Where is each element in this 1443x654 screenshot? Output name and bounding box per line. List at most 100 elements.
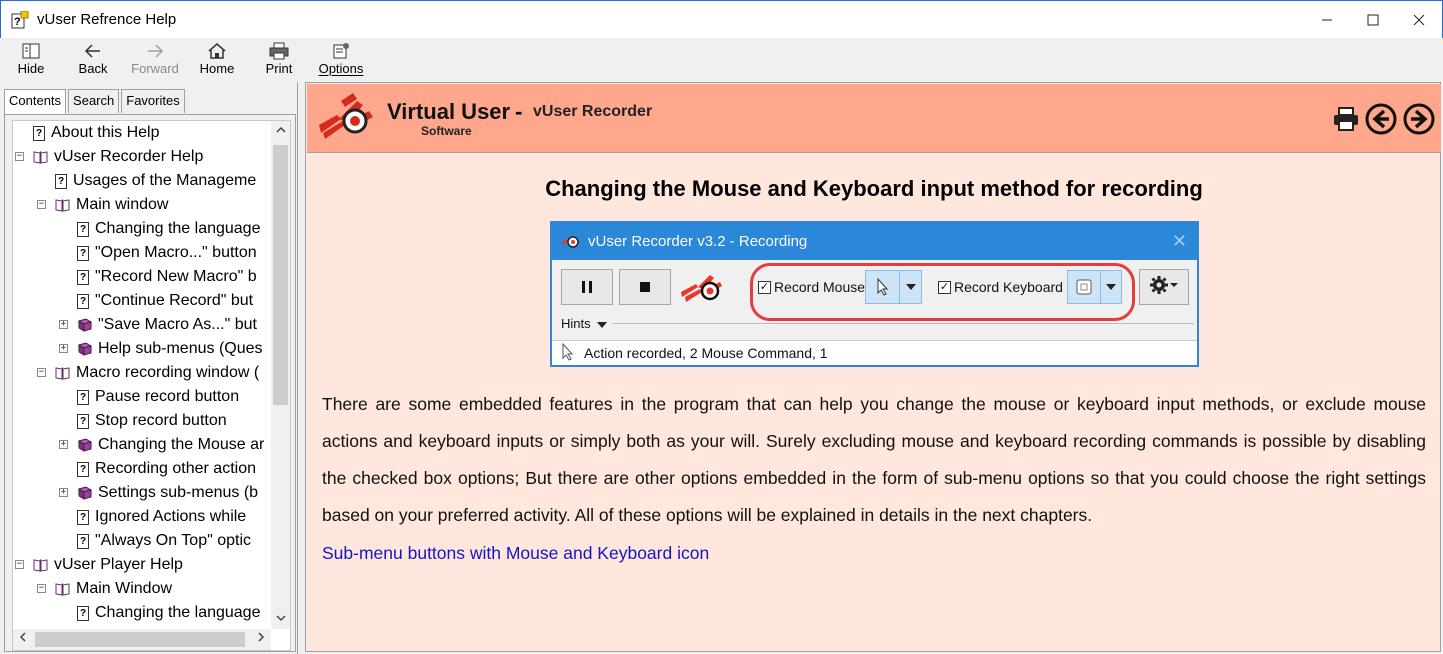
tree-item[interactable]: ? Stop record button (13, 409, 271, 433)
tree-item[interactable]: ? "Record New Macro" b (13, 265, 271, 289)
help-page-icon: ? (77, 269, 89, 285)
virtual-user-logo (315, 89, 385, 147)
hide-icon (21, 41, 41, 61)
expand-icon[interactable]: + (59, 488, 68, 497)
tab-contents[interactable]: Contents (4, 89, 67, 115)
help-page-icon: ? (77, 533, 89, 549)
open-book-icon (55, 582, 70, 596)
help-page-icon: ? (77, 461, 89, 477)
print-topic-icon[interactable] (1332, 106, 1360, 136)
print-button[interactable]: Print (248, 38, 310, 80)
expand-icon[interactable]: + (59, 440, 68, 449)
tree-item-label: vUser Recorder Help (54, 148, 204, 165)
scroll-down-icon[interactable] (271, 609, 290, 629)
tree-item-content: Main Window (55, 580, 172, 598)
help-page-icon: ? (77, 221, 89, 237)
help-page-icon: ? (77, 389, 89, 405)
tree-item[interactable]: + "Save Macro As..." but (13, 313, 271, 337)
screenshot-statusbar: Action recorded, 2 Mouse Command, 1 (552, 340, 1197, 365)
help-page-icon: ? (55, 173, 67, 189)
tree-item[interactable]: ? Usages of the Manageme (13, 169, 271, 193)
expand-icon[interactable]: + (59, 320, 68, 329)
tree-item[interactable]: ? Ignored Actions while (13, 505, 271, 529)
help-page-icon: ? (77, 413, 89, 429)
tree-item[interactable]: ? Recording other action (13, 457, 271, 481)
record-keyboard-label: Record Keyboard (954, 279, 1063, 295)
hide-label: Hide (17, 61, 45, 76)
tree-item[interactable]: − vUser Player Help (13, 553, 271, 577)
record-keyboard-checkbox-image: ✓ Record Keyboard (938, 279, 1063, 295)
tree-item-content: Changing the Mouse ar (77, 436, 264, 454)
tree-item[interactable]: − vUser Recorder Help (13, 145, 271, 169)
collapse-icon[interactable]: − (15, 152, 24, 161)
scroll-thumb[interactable] (273, 145, 288, 405)
record-mouse-checkbox-image: ✓ Record Mouse (758, 279, 866, 295)
tree-vertical-scrollbar[interactable] (271, 121, 290, 629)
help-app-icon: ? (11, 10, 29, 29)
collapse-icon[interactable]: − (15, 560, 24, 569)
open-book-icon (55, 366, 70, 380)
home-button[interactable]: Home (186, 38, 248, 80)
brand-dash: - (515, 99, 523, 124)
tree-item-content: ? Ignored Actions while (77, 508, 246, 526)
tree-item-content: ? Pause record button (77, 388, 239, 406)
tree-item[interactable]: + Settings sub-menus (b (13, 481, 271, 505)
next-topic-icon[interactable] (1402, 102, 1436, 140)
status-cursor-icon (562, 342, 574, 364)
help-page-icon: ? (77, 293, 89, 309)
brand-subtitle: Software (421, 124, 472, 138)
tree-item[interactable]: ? Pause record button (13, 385, 271, 409)
options-button[interactable]: Options (310, 38, 372, 80)
scroll-left-icon[interactable] (13, 629, 33, 650)
tree-item-label: vUser Player Help (54, 556, 183, 573)
closed-book-icon (77, 318, 93, 332)
tree-item[interactable]: + Help sub-menus (Ques (13, 337, 271, 361)
tree-item[interactable]: ? "Always On Top" optic (13, 529, 271, 553)
collapse-icon[interactable]: − (37, 200, 46, 209)
tree-item-content: vUser Player Help (33, 556, 183, 574)
collapse-icon[interactable]: − (37, 368, 46, 377)
screenshot-close-icon: ✕ (1171, 231, 1187, 251)
tree-list: ? About this Help − vUser Recorder Help ? Usa… (13, 121, 271, 629)
pause-button-image (561, 269, 613, 305)
submenu-buttons-link[interactable]: Sub-menu buttons with Mouse and Keyboard… (322, 543, 709, 564)
expand-icon[interactable]: + (59, 344, 68, 353)
tree-item[interactable]: − Main Window (13, 577, 271, 601)
tree-item[interactable]: ? Changing the language (13, 601, 271, 625)
scroll-up-icon[interactable] (271, 121, 290, 141)
tab-search[interactable]: Search (68, 89, 120, 113)
tree-item-label: Main window (76, 196, 169, 213)
topic-paragraph: There are some embedded features in the … (322, 394, 1426, 525)
cursor-icon (866, 278, 899, 296)
tree-horizontal-scrollbar[interactable] (13, 629, 271, 650)
tree-item-label: "Save Macro As..." but (98, 316, 257, 333)
forward-button[interactable]: Forward (124, 38, 186, 80)
help-page-icon: ? (77, 245, 89, 261)
chevron-down-icon (899, 271, 921, 303)
tree-item[interactable]: ? About this Help (13, 121, 271, 145)
tree-item[interactable]: ? "Open Macro..." button (13, 241, 271, 265)
maximize-button[interactable] (1350, 1, 1396, 39)
tree-item[interactable]: − Main window (13, 193, 271, 217)
scroll-right-icon[interactable] (251, 629, 271, 650)
tree-item[interactable]: + Changing the Mouse ar (13, 433, 271, 457)
hide-button[interactable]: Hide (0, 38, 62, 80)
tree-item[interactable]: ? Changing the language (13, 217, 271, 241)
back-button[interactable]: Back (62, 38, 124, 80)
tree-item-label: Stop record button (95, 412, 227, 429)
tab-favorites[interactable]: Favorites (121, 89, 185, 113)
collapse-icon[interactable]: − (37, 584, 46, 593)
hscroll-thumb[interactable] (35, 632, 245, 647)
hints-label: Hints (561, 316, 591, 331)
home-icon (207, 41, 227, 61)
close-button[interactable] (1396, 1, 1442, 39)
tree-item[interactable]: ? "Continue Record" but (13, 289, 271, 313)
help-page-icon: ? (77, 509, 89, 525)
previous-topic-icon[interactable] (1364, 102, 1398, 140)
keyboard-method-button-image (1067, 270, 1122, 304)
tree-item-label: "Continue Record" but (95, 292, 254, 309)
topic-title: Changing the Mouse and Keyboard input me… (545, 176, 1203, 201)
home-label: Home (199, 61, 235, 76)
tree-item[interactable]: − Macro recording window ( (13, 361, 271, 385)
minimize-button[interactable] (1304, 1, 1350, 39)
